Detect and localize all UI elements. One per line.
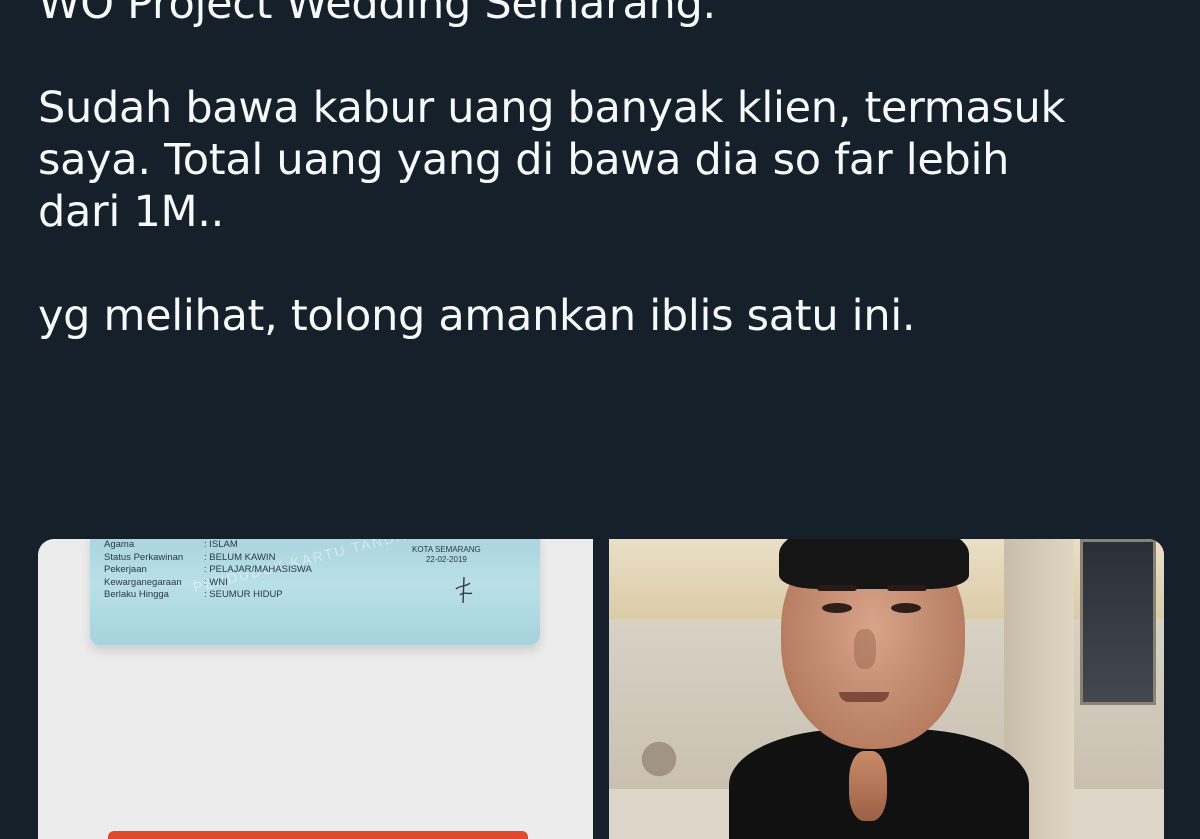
signature-icon	[455, 576, 473, 604]
id-card-row: Status Perkawinan: BELUM KAWIN	[104, 551, 276, 563]
background-people	[629, 729, 689, 789]
tweet-text: WO Project Wedding Semarang. Sudah bawa …	[38, 0, 1178, 342]
right-eye	[891, 603, 921, 613]
id-card-details: Agama: ISLAM Status Perkawinan: BELUM KA…	[104, 539, 312, 602]
id-card-row: Berlaku Hingga: SEUMUR HIDUP	[104, 589, 283, 600]
left-eye	[822, 603, 852, 613]
id-card-issued-city: KOTA SEMARANG	[412, 545, 481, 554]
id-card-row: Pekerjaan: PELAJAR/MAHASISWA	[104, 564, 312, 575]
tweet-media-grid: PENDUDUK KARTU TANDA Agama: ISLAM Status…	[38, 539, 1164, 839]
person-hair	[779, 539, 969, 589]
person-nose	[854, 629, 876, 669]
tweet-paragraph-3: yg melihat, tolong amankan iblis satu in…	[38, 291, 916, 341]
person-mouth	[839, 692, 889, 702]
person-hand	[849, 751, 887, 821]
id-card-row: Agama: ISLAM	[104, 539, 238, 550]
tweet-line-1: WO Project Wedding Semarang.	[38, 0, 716, 29]
id-card-row: Kewarganegaraan: WNI	[104, 576, 228, 588]
id-card-issue-info: KOTA SEMARANG 22-02-2019	[412, 545, 481, 565]
person-figure	[729, 539, 1029, 839]
right-eyebrow	[887, 585, 927, 591]
id-card-photo[interactable]: PENDUDUK KARTU TANDA Agama: ISLAM Status…	[38, 539, 593, 839]
red-card-edge	[108, 831, 528, 839]
id-card-issued-date: 22-02-2019	[425, 555, 467, 564]
person-photo[interactable]	[609, 539, 1164, 839]
tweet-paragraph-2: Sudah bawa kabur uang banyak klien, term…	[38, 83, 1066, 237]
photo-screen	[1080, 539, 1156, 705]
left-eyebrow	[817, 585, 857, 591]
id-card: PENDUDUK KARTU TANDA Agama: ISLAM Status…	[90, 539, 540, 645]
